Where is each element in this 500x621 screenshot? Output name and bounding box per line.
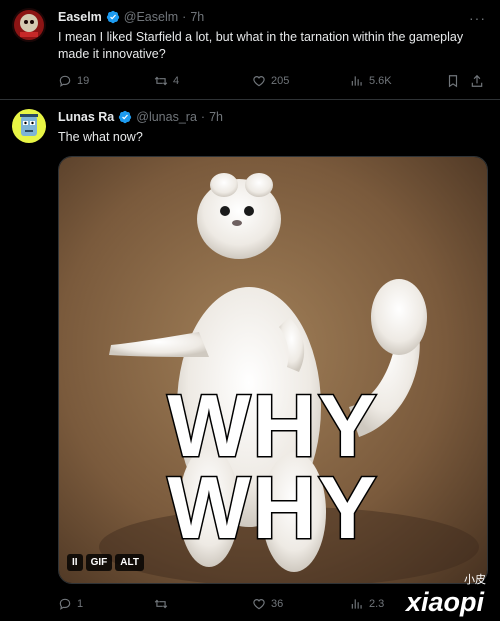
- tweet-easelm[interactable]: Easelm @Easelm · 7h ··· I mean I liked S…: [0, 0, 500, 100]
- gif-media[interactable]: WHY WHY II GIF ALT: [58, 156, 488, 584]
- timestamp[interactable]: 7h: [190, 10, 204, 24]
- watermark-logo: 小皮 xiaopi: [404, 573, 486, 618]
- like-count: 205: [271, 75, 290, 87]
- handle[interactable]: @Easelm: [124, 10, 178, 24]
- repost-button[interactable]: [154, 597, 173, 611]
- tweet-text: The what now?: [58, 130, 143, 144]
- reply-icon: [59, 598, 71, 610]
- views-icon: [351, 599, 362, 609]
- reply-icon: [59, 75, 71, 87]
- reply-count: 1: [77, 598, 84, 610]
- like-icon: [253, 76, 265, 87]
- views-button[interactable]: 5.6K: [350, 74, 392, 88]
- timestamp[interactable]: 7h: [209, 110, 223, 124]
- separator: ·: [182, 10, 187, 24]
- reply-button[interactable]: 19: [58, 74, 89, 88]
- watermark-top: 小皮: [464, 573, 486, 586]
- reply-button[interactable]: 1: [58, 597, 83, 611]
- avatar[interactable]: [12, 109, 46, 143]
- verified-badge-icon: [119, 110, 132, 124]
- verified-badge-icon: [106, 10, 119, 24]
- action-bar: 19 4 205 5.6K: [58, 71, 490, 91]
- tweet-text: I mean I liked Starfield a lot, but what…: [58, 30, 464, 61]
- share-button[interactable]: [470, 74, 489, 88]
- views-button[interactable]: 2.3: [350, 597, 384, 611]
- repost-icon: [154, 599, 168, 609]
- views-icon: [351, 76, 362, 86]
- gif-controls: II GIF ALT: [67, 554, 144, 571]
- watermark-bottom: xiaopi: [404, 587, 485, 617]
- tweet-lunas-ra[interactable]: Lunas Ra @lunas_ra · 7h The what now? WH…: [0, 100, 500, 621]
- like-count: 36: [271, 598, 284, 610]
- caption-line-1: WHY: [166, 376, 379, 475]
- gif-badge: GIF: [85, 554, 113, 571]
- repost-icon: [154, 76, 168, 86]
- views-count: 5.6K: [369, 75, 392, 87]
- bookmark-button[interactable]: [446, 74, 465, 88]
- display-name[interactable]: Easelm: [58, 10, 102, 24]
- like-button[interactable]: 36: [252, 597, 283, 611]
- reply-count: 19: [77, 75, 90, 87]
- pause-button[interactable]: II: [67, 554, 83, 571]
- separator: ·: [200, 110, 206, 124]
- share-icon: [471, 74, 483, 87]
- handle[interactable]: @lunas_ra: [136, 110, 197, 124]
- display-name[interactable]: Lunas Ra: [58, 110, 114, 124]
- more-icon[interactable]: ···: [469, 10, 486, 26]
- views-count: 2.3: [369, 598, 385, 610]
- alt-button[interactable]: ALT: [115, 554, 144, 571]
- repost-count: 4: [173, 75, 180, 87]
- bookmark-icon: [448, 75, 458, 88]
- like-icon: [253, 599, 265, 610]
- repost-button[interactable]: 4: [154, 74, 179, 88]
- like-button[interactable]: 205: [252, 74, 289, 88]
- caption-line-2: WHY: [166, 458, 379, 557]
- avatar[interactable]: [12, 8, 46, 42]
